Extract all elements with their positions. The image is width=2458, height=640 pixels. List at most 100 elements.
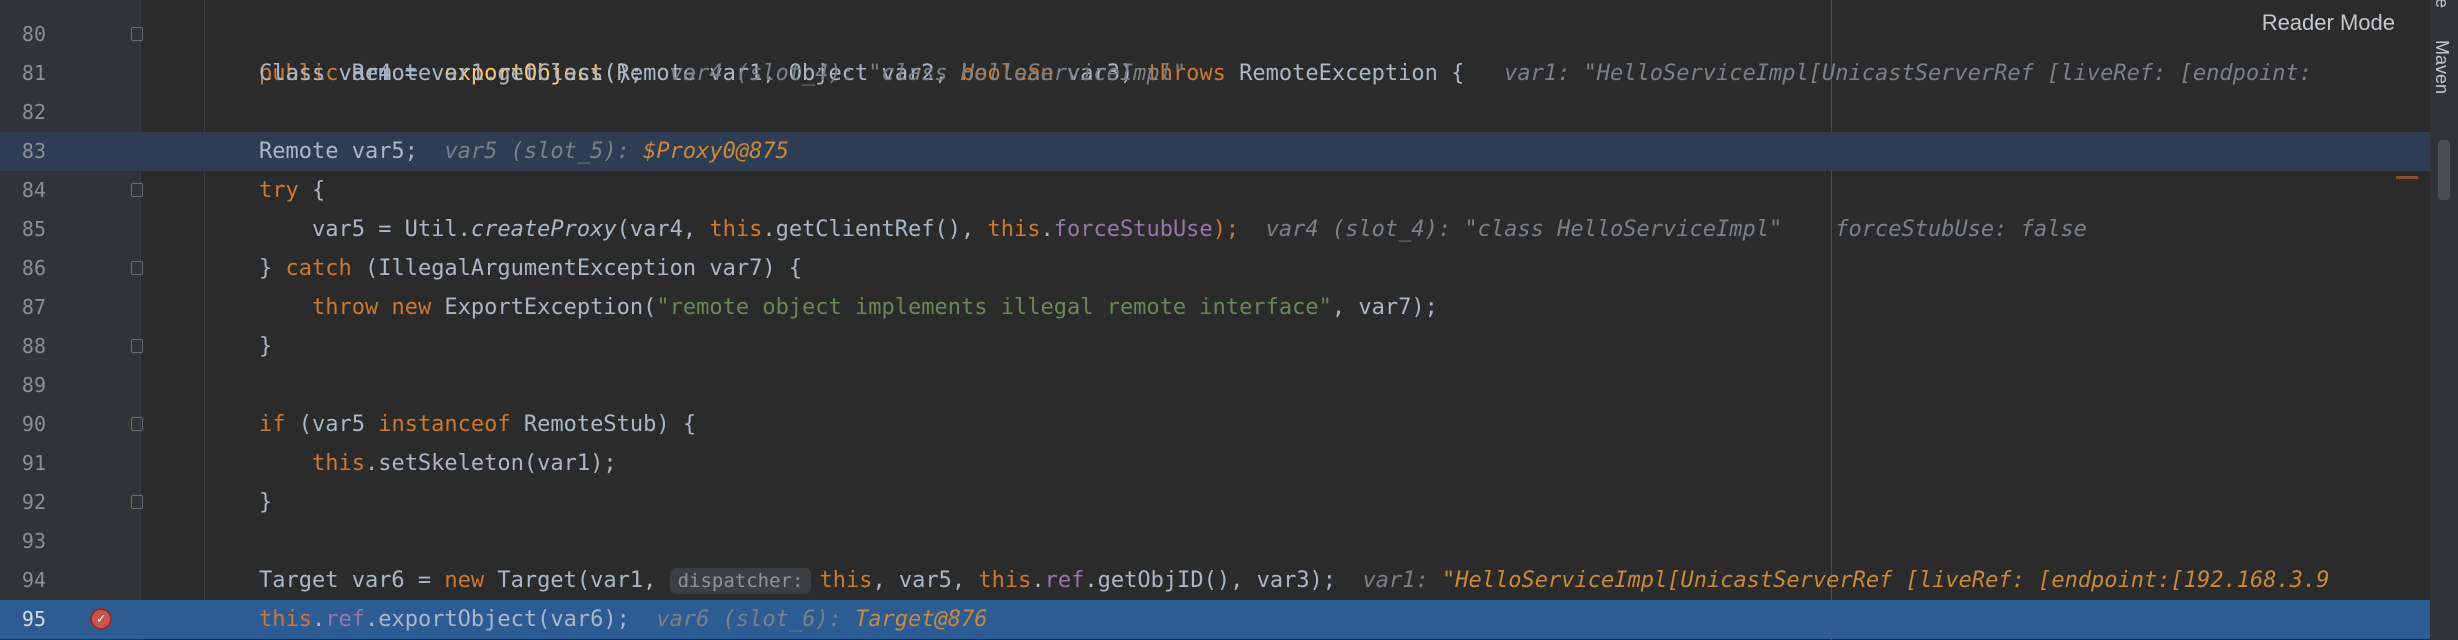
debug-inlay-label[interactable]: var1: <box>1363 568 1442 593</box>
code-line-92[interactable]: 92 } <box>0 483 2430 522</box>
token: Remote var5; <box>258 139 418 164</box>
token: . <box>311 607 326 632</box>
keyword: this <box>311 451 365 476</box>
line-number[interactable]: 85 <box>0 210 46 249</box>
maven-tab[interactable]: Maven <box>2431 40 2452 94</box>
token: } <box>258 490 273 515</box>
token: .getObjID(), var3); <box>1084 568 1337 593</box>
code-line-84[interactable]: 84 try { <box>0 171 2430 210</box>
line-number[interactable]: 91 <box>0 444 46 483</box>
code-line-88[interactable]: 88 } <box>0 327 2430 366</box>
token: ExportException( <box>431 295 657 320</box>
code-text[interactable]: try { <box>206 171 325 210</box>
line-number[interactable]: 81 <box>0 54 46 93</box>
debug-inlay-value[interactable]: Target@876 <box>855 607 987 632</box>
keyword: try <box>258 178 299 203</box>
code-line-86[interactable]: 86 } catch (IllegalArgumentException var… <box>0 249 2430 288</box>
debug-inlay-value[interactable]: var4 (slot_4): "class HelloServiceImpl" <box>1266 217 1783 242</box>
code-line-93[interactable]: 93 <box>0 522 2430 561</box>
code-text[interactable]: this.ref.exportObject(var6); var6 (slot_… <box>206 600 988 639</box>
token: { <box>298 178 326 203</box>
code-line-80[interactable]: 80 public Remote exportObject(Remote var… <box>0 15 2430 86</box>
vertical-scrollbar-thumb[interactable] <box>2438 140 2450 200</box>
debug-inlay-value[interactable]: forceStubUse: false <box>1835 217 2087 242</box>
line-number[interactable]: 88 <box>0 327 46 366</box>
code-text[interactable]: } catch (IllegalArgumentException var7) … <box>206 249 802 288</box>
keyword: instanceof <box>378 412 511 437</box>
line-number[interactable]: 92 <box>0 483 46 522</box>
token: (var5 <box>285 412 379 437</box>
fold-icon[interactable] <box>131 417 143 431</box>
scroll-marker[interactable] <box>2396 176 2418 179</box>
debug-inlay-label[interactable]: var6 (slot_6): <box>656 607 855 632</box>
token: .setSkeleton(var1); <box>364 451 617 476</box>
code-text[interactable]: if (var5 instanceof RemoteStub) { <box>206 405 696 444</box>
line-number[interactable]: 93 <box>0 522 46 561</box>
string-literal: "remote object implements illegal remote… <box>656 295 1332 320</box>
code-line-91[interactable]: 91 this.setSkeleton(var1); <box>0 444 2430 483</box>
token: . <box>1031 568 1045 593</box>
reader-mode-button[interactable]: Reader Mode <box>2243 0 2413 46</box>
code-line-85[interactable]: 85 var5 = Util.createProxy(var4, this.ge… <box>0 210 2430 249</box>
keyword: catch <box>285 256 352 281</box>
right-tool-strip: ase Maven <box>2430 0 2458 640</box>
keyword: new <box>444 568 485 593</box>
line-number[interactable]: 89 <box>0 366 46 405</box>
code-line-81[interactable]: 81 Class var4 = var1.getClass(); var4 (s… <box>0 54 2430 93</box>
token: var5 = Util. <box>311 217 471 242</box>
breakpoint-icon[interactable]: ✓ <box>90 608 112 630</box>
keyword: this <box>987 217 1041 242</box>
token: Class var4 = var1.getClass(); <box>258 61 644 86</box>
token: , var5, <box>872 568 979 593</box>
token: } <box>258 256 286 281</box>
line-number[interactable]: 90 <box>0 405 46 444</box>
fold-icon[interactable] <box>131 27 143 41</box>
debug-inlay-label[interactable]: var5 (slot_5): <box>444 139 643 164</box>
code-line-90[interactable]: 90 if (var5 instanceof RemoteStub) { <box>0 405 2430 444</box>
line-number[interactable]: 87 <box>0 288 46 327</box>
code-text[interactable]: } <box>206 483 272 522</box>
token: .exportObject(var6); <box>364 607 630 632</box>
token: . <box>1040 217 1054 242</box>
line-number[interactable]: 84 <box>0 171 46 210</box>
fold-icon[interactable] <box>131 495 143 509</box>
token: (var4, <box>616 217 710 242</box>
code-text[interactable]: Target var6 = new Target(var1, dispatche… <box>206 561 2329 600</box>
code-text[interactable]: Remote var5; var5 (slot_5): $Proxy0@875 <box>206 132 789 171</box>
debug-inlay-value[interactable]: "HelloServiceImpl[UnicastServerRef [live… <box>1442 568 2329 593</box>
line-number[interactable]: 82 <box>0 93 46 132</box>
code-text[interactable]: var5 = Util.createProxy(var4, this.getCl… <box>206 210 2087 249</box>
code-text[interactable]: Class var4 = var1.getClass(); var4 (slot… <box>206 54 1186 93</box>
line-number[interactable]: 86 <box>0 249 46 288</box>
token: } <box>258 334 273 359</box>
fold-icon[interactable] <box>131 183 143 197</box>
code-text[interactable]: throw new ExportException("remote object… <box>206 288 1438 327</box>
code-line-94[interactable]: 94 Target var6 = new Target(var1, dispat… <box>0 561 2430 600</box>
code-line-87[interactable]: 87 throw new ExportException("remote obj… <box>0 288 2430 327</box>
keyword: this <box>709 217 763 242</box>
line-number[interactable]: 83 <box>0 132 46 171</box>
code-line-83[interactable]: 83 Remote var5; var5 (slot_5): $Proxy0@8… <box>0 132 2430 171</box>
code-line-89[interactable]: 89 <box>0 366 2430 405</box>
field: ref <box>325 607 365 632</box>
code-line-95[interactable]: 95 ✓ this.ref.exportObject(var6); var6 (… <box>0 600 2430 639</box>
debug-inlay-value[interactable]: $Proxy0@875 <box>643 139 789 164</box>
token: ); <box>1212 217 1240 242</box>
fold-icon[interactable] <box>131 261 143 275</box>
keyword: if <box>258 412 286 437</box>
debug-inlay-value[interactable]: var4 (slot_4): "class HelloServiceImpl" <box>670 61 1187 86</box>
line-number[interactable]: 94 <box>0 561 46 600</box>
token: RemoteStub) { <box>510 412 697 437</box>
field: ref <box>1044 568 1085 593</box>
line-number[interactable]: 95 <box>0 600 46 639</box>
code-text[interactable]: } <box>206 327 272 366</box>
field: forceStubUse <box>1053 217 1213 242</box>
code-text[interactable]: this.setSkeleton(var1); <box>206 444 617 483</box>
code-text[interactable]: public Remote exportObject(Remote var1, … <box>206 15 2312 86</box>
parameter-hint: dispatcher: <box>669 568 812 594</box>
line-number[interactable]: 80 <box>0 15 46 54</box>
code-line-82[interactable]: 82 <box>0 93 2430 132</box>
tool-window-tab[interactable]: ase <box>2431 0 2452 8</box>
token: Target var6 = <box>258 568 445 593</box>
fold-icon[interactable] <box>131 339 143 353</box>
